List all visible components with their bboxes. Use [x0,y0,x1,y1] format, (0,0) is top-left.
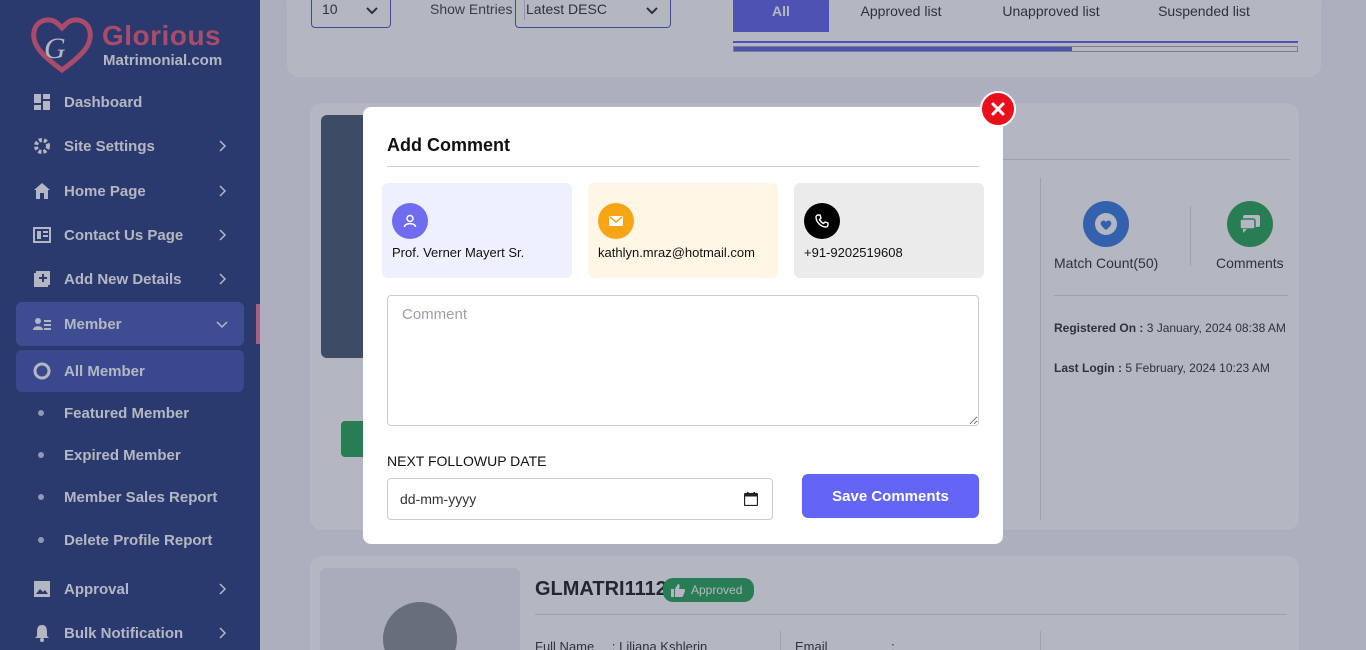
user-icon [392,203,428,239]
modal-title: Add Comment [387,135,510,155]
followup-date-label: NEXT FOLLOWUP DATE [387,453,547,469]
date-placeholder: dd-mm-yyyy [400,491,477,507]
add-comment-modal: Add Comment Prof. Verner Mayert Sr. kath… [363,107,1003,544]
save-comments-button[interactable]: Save Comments [802,474,979,518]
comment-textarea[interactable] [387,295,979,426]
calendar-icon[interactable] [744,492,758,506]
member-phone-card: +91-9202519608 [794,183,984,278]
member-email-card: kathlyn.mraz@hotmail.com [588,183,778,278]
close-modal-button[interactable] [980,91,1016,127]
member-phone: +91-9202519608 [804,245,903,260]
member-name-card: Prof. Verner Mayert Sr. [382,183,572,278]
phone-icon [804,203,840,239]
close-icon [991,102,1005,116]
member-name: Prof. Verner Mayert Sr. [392,245,525,260]
divider [387,166,979,167]
followup-date-input[interactable]: dd-mm-yyyy [387,478,773,520]
member-email: kathlyn.mraz@hotmail.com [598,245,755,260]
mail-icon [598,203,634,239]
